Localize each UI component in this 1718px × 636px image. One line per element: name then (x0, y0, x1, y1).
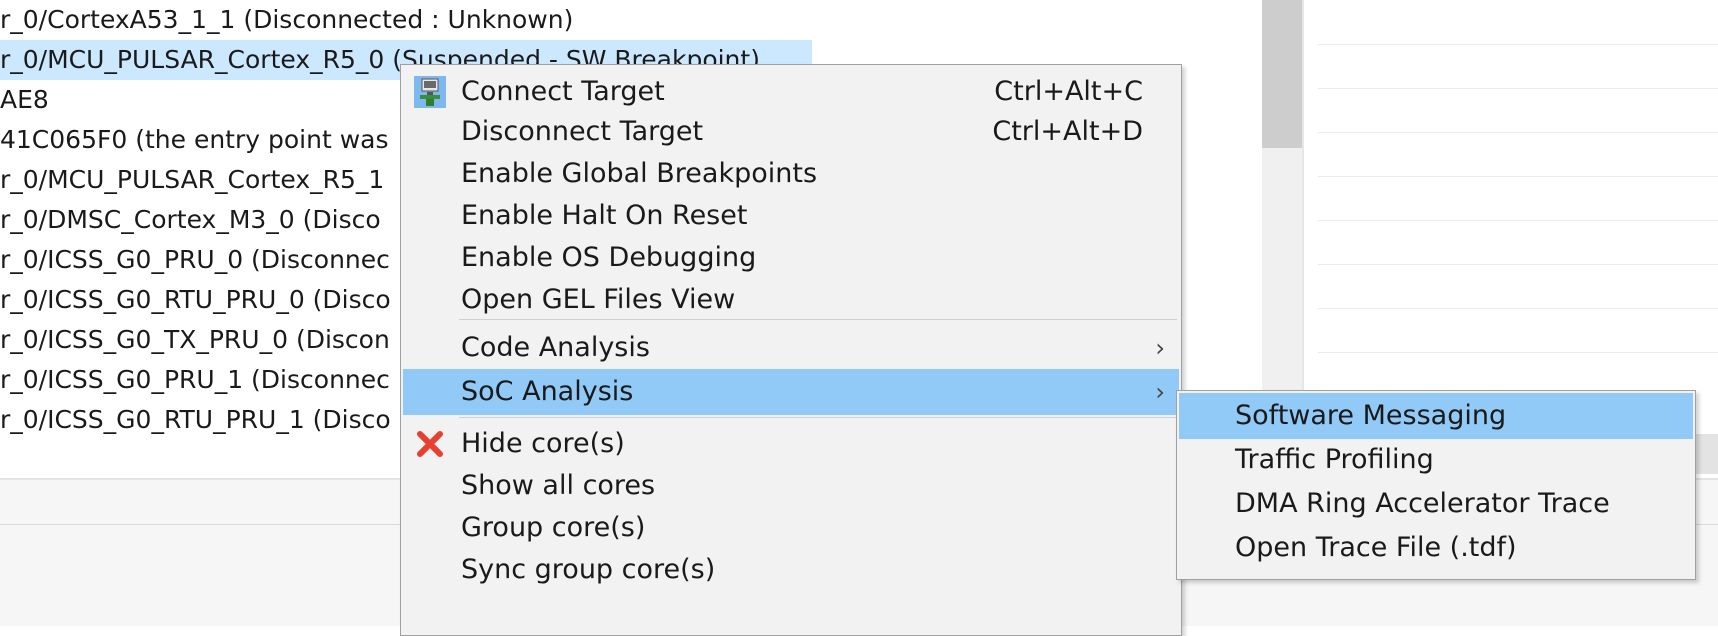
menu-item-group-cores[interactable]: Group core(s) (403, 505, 1179, 551)
tree-row[interactable]: r_0/ICSS_G0_TX_PRU_0 (Discon (0, 320, 390, 360)
menu-item-label: Enable Global Breakpoints (461, 158, 818, 189)
menu-item-label: Traffic Profiling (1235, 444, 1434, 475)
menu-item-label: Code Analysis (461, 332, 650, 363)
tree-row[interactable]: r_0/MCU_PULSAR_Cortex_R5_1 (0, 160, 384, 200)
context-menu: Connect Target Ctrl+Alt+C Disconnect Tar… (400, 64, 1182, 636)
menu-item-label: Open GEL Files View (461, 284, 736, 315)
menu-separator (459, 319, 1177, 320)
shortcut-label: Ctrl+Alt+D (992, 116, 1143, 147)
menu-item-label: Enable OS Debugging (461, 242, 757, 273)
tree-row[interactable]: r_0/DMSC_Cortex_M3_0 (Disco (0, 200, 381, 240)
connect-target-icon (413, 75, 447, 109)
menu-item-soc-analysis[interactable]: SoC Analysis › (403, 369, 1179, 415)
menu-item-enable-halt-on-reset[interactable]: Enable Halt On Reset (403, 193, 1179, 239)
submenu-arrow-icon: › (1155, 334, 1165, 362)
menu-item-show-all-cores[interactable]: Show all cores (403, 463, 1179, 509)
tree-row[interactable]: r_0/ICSS_G0_RTU_PRU_1 (Disco (0, 400, 391, 440)
menu-item-open-gel-files-view[interactable]: Open GEL Files View (403, 277, 1179, 323)
menu-item-label: SoC Analysis (461, 376, 634, 407)
menu-separator (459, 417, 1177, 418)
menu-item-hide-cores[interactable]: Hide core(s) (403, 421, 1179, 467)
tree-row[interactable]: r_0/ICSS_G0_PRU_1 (Disconnec (0, 360, 390, 400)
menu-item-enable-global-breakpoints[interactable]: Enable Global Breakpoints (403, 151, 1179, 197)
menu-item-label: DMA Ring Accelerator Trace (1235, 488, 1610, 519)
menu-item-code-analysis[interactable]: Code Analysis › (403, 325, 1179, 371)
submenu-arrow-icon: › (1155, 378, 1165, 406)
submenu-item-open-trace-file[interactable]: Open Trace File (.tdf) (1179, 525, 1693, 571)
menu-item-label: Open Trace File (.tdf) (1235, 532, 1517, 563)
menu-item-enable-os-debugging[interactable]: Enable OS Debugging (403, 235, 1179, 281)
tree-row[interactable]: r_0/CortexA53_1_1 (Disconnected : Unknow… (0, 0, 573, 40)
menu-item-label: Enable Halt On Reset (461, 200, 748, 231)
tree-row[interactable]: r_0/ICSS_G0_PRU_0 (Disconnec (0, 240, 390, 280)
menu-item-sync-group-cores[interactable]: Sync group core(s) (403, 547, 1179, 593)
submenu-item-dma-ring-accelerator-trace[interactable]: DMA Ring Accelerator Trace (1179, 481, 1693, 527)
scrollbar-thumb[interactable] (1262, 0, 1302, 148)
soc-analysis-submenu: Software Messaging Traffic Profiling DMA… (1176, 390, 1696, 580)
menu-item-label: Disconnect Target (461, 116, 704, 147)
submenu-item-traffic-profiling[interactable]: Traffic Profiling (1179, 437, 1693, 483)
tree-row[interactable]: 41C065F0 (the entry point was (0, 120, 389, 160)
tree-row[interactable]: r_0/ICSS_G0_RTU_PRU_0 (Disco (0, 280, 391, 320)
menu-item-label: Show all cores (461, 470, 656, 501)
tree-row[interactable]: AE8 (0, 80, 49, 120)
submenu-item-software-messaging[interactable]: Software Messaging (1179, 393, 1693, 439)
red-x-icon (413, 427, 447, 461)
menu-item-disconnect-target[interactable]: Disconnect Target Ctrl+Alt+D (403, 109, 1179, 155)
menu-item-label: Hide core(s) (461, 428, 625, 459)
menu-item-label: Software Messaging (1235, 400, 1507, 431)
menu-item-label: Sync group core(s) (461, 554, 716, 585)
menu-item-label: Group core(s) (461, 512, 646, 543)
